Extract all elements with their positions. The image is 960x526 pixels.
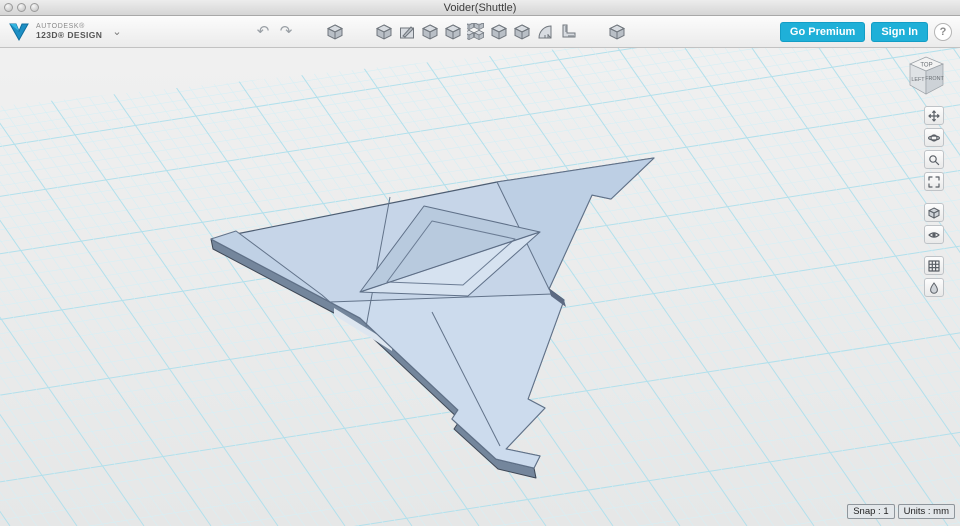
transform-icon	[326, 23, 344, 41]
modify-icon	[444, 23, 462, 41]
model-layer	[210, 157, 655, 479]
status-bar: Snap : 1 Units : mm	[847, 504, 955, 519]
zoom-icon	[929, 154, 940, 165]
orbit-icon	[928, 133, 940, 142]
help-button[interactable]: ?	[934, 22, 952, 41]
construct-button[interactable]	[419, 20, 442, 44]
view-cube-left-label: LEFT	[911, 77, 925, 83]
zoom-button[interactable]	[924, 150, 944, 169]
transform-button[interactable]	[324, 20, 347, 44]
ruler-icon	[562, 24, 576, 37]
view-cube-front-label: FRONT	[925, 76, 944, 82]
fit-view-icon	[928, 175, 940, 188]
window-minimize-button[interactable]	[17, 3, 26, 12]
go-premium-button[interactable]: Go Premium	[779, 21, 866, 42]
orbit-button[interactable]	[924, 128, 944, 147]
view-cube[interactable]: TOP LEFT FRONT	[902, 52, 950, 102]
sketch-icon	[400, 25, 415, 38]
primitives-button[interactable]	[373, 20, 396, 44]
modify-button[interactable]	[442, 20, 465, 44]
redo-icon: ↷	[279, 23, 293, 40]
material-icon	[608, 23, 626, 41]
units-setting[interactable]: Units : mm	[897, 504, 955, 519]
brand-text: AUTODESK® 123D® DESIGN	[36, 23, 102, 40]
window-titlebar: Voider(Shuttle)	[0, 0, 960, 16]
pattern-button[interactable]	[465, 20, 488, 44]
main-tool-strip: ↶ ↷	[252, 20, 629, 44]
grouping-icon	[490, 23, 508, 41]
snap-setting[interactable]: Snap : 1	[847, 504, 895, 519]
sign-in-button[interactable]: Sign In	[871, 21, 928, 42]
measure-icon	[538, 24, 552, 38]
shaded-view-button[interactable]	[924, 203, 944, 222]
ruler-button[interactable]	[557, 20, 580, 44]
navigation-toolbar	[924, 106, 944, 297]
app-logo[interactable]: AUTODESK® 123D® DESIGN ⌄	[8, 22, 122, 42]
autodesk-123d-logo-icon	[9, 23, 29, 41]
eye-icon	[928, 231, 940, 238]
visibility-button[interactable]	[924, 225, 944, 244]
material-view-button[interactable]	[924, 278, 944, 297]
window-zoom-button[interactable]	[30, 3, 39, 12]
pan-button[interactable]	[924, 106, 944, 125]
pattern-icon	[467, 22, 485, 40]
viewport-3d[interactable]: TOP LEFT FRONT Snap: 1 Units: mm	[0, 48, 960, 526]
grid-toggle-button[interactable]	[924, 256, 944, 275]
grid-icon	[928, 259, 940, 272]
chevron-down-icon[interactable]: ⌄	[112, 25, 121, 38]
brand-line2: 123D® DESIGN	[36, 29, 103, 40]
window-close-button[interactable]	[4, 3, 13, 12]
redo-button[interactable]: ↷	[275, 20, 298, 44]
material-button[interactable]	[606, 20, 629, 44]
undo-button[interactable]: ↶	[252, 20, 275, 44]
sketch-button[interactable]	[396, 20, 419, 44]
pan-icon	[928, 109, 940, 122]
primitives-icon	[375, 23, 393, 41]
view-cube-top-label: TOP	[920, 63, 932, 69]
combine-button[interactable]	[511, 20, 534, 44]
measure-button[interactable]	[534, 20, 557, 44]
model-lower-wing-facet	[329, 293, 565, 469]
grouping-button[interactable]	[488, 20, 511, 44]
paint-drop-icon	[930, 281, 938, 294]
shaded-view-icon	[928, 206, 940, 219]
account-actions: Go Premium Sign In ?	[779, 21, 952, 42]
app-toolbar: AUTODESK® 123D® DESIGN ⌄ ↶ ↷ Go Premium …	[0, 16, 960, 48]
combine-icon	[513, 23, 531, 41]
model-shuttle[interactable]	[210, 157, 655, 479]
undo-icon: ↶	[256, 23, 270, 40]
window-controls[interactable]	[4, 3, 39, 12]
construct-icon	[421, 23, 439, 41]
window-title: Voider(Shuttle)	[443, 1, 517, 14]
fit-view-button[interactable]	[924, 172, 944, 191]
